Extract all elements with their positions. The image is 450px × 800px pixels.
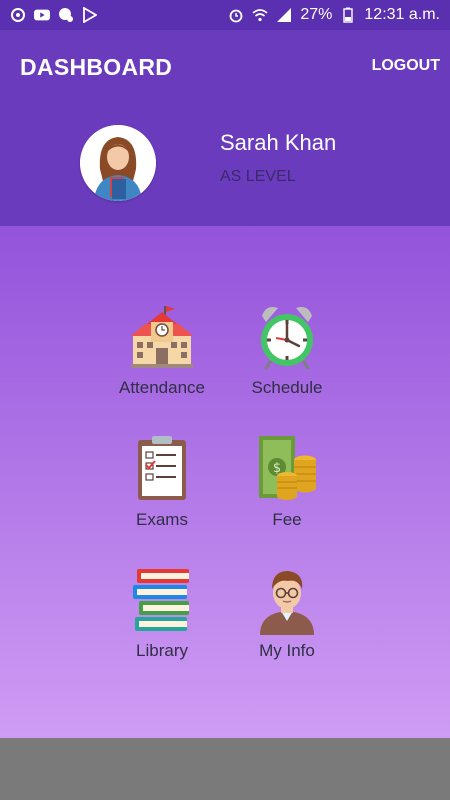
money-icon: $ bbox=[252, 434, 322, 504]
navigation-bar bbox=[0, 738, 450, 800]
dashboard-grid: Attendance Schedule Exams $ Fee Library … bbox=[0, 226, 450, 738]
menu-label: Fee bbox=[272, 510, 302, 529]
status-notification-icons bbox=[10, 7, 98, 23]
menu-fee[interactable]: $ Fee bbox=[222, 434, 352, 544]
logout-button[interactable]: LOGOUT bbox=[372, 57, 440, 75]
alarm-clock-icon bbox=[252, 302, 322, 372]
books-icon bbox=[127, 565, 197, 635]
clipboard-icon bbox=[127, 434, 197, 504]
chat-icon bbox=[58, 7, 74, 23]
wifi-icon bbox=[252, 7, 268, 23]
menu-my-info[interactable]: My Info bbox=[222, 565, 352, 675]
menu-exams[interactable]: Exams bbox=[97, 434, 227, 544]
play-store-icon bbox=[82, 7, 98, 23]
signal-icon bbox=[276, 7, 292, 23]
sync-icon bbox=[10, 7, 26, 23]
battery-icon bbox=[340, 7, 356, 23]
clock: 12:31 a.m. bbox=[364, 6, 440, 23]
battery-percent: 27% bbox=[300, 6, 333, 23]
menu-attendance[interactable]: Attendance bbox=[97, 302, 227, 412]
page-title: DASHBOARD bbox=[20, 54, 173, 80]
alarm-icon bbox=[228, 7, 244, 23]
youtube-icon bbox=[34, 7, 50, 23]
person-icon bbox=[252, 565, 322, 635]
user-name: Sarah Khan bbox=[220, 130, 337, 155]
user-level: AS LEVEL bbox=[220, 168, 296, 185]
menu-schedule[interactable]: Schedule bbox=[222, 302, 352, 412]
school-icon bbox=[127, 302, 197, 372]
header: DASHBOARD LOGOUT Sarah Khan AS LEVEL bbox=[0, 30, 450, 226]
menu-label: My Info bbox=[259, 641, 315, 660]
menu-label: Attendance bbox=[118, 378, 205, 397]
menu-label: Schedule bbox=[251, 378, 323, 397]
status-system-icons: 27% 12:31 a.m. bbox=[228, 6, 440, 24]
menu-library[interactable]: Library bbox=[97, 565, 227, 675]
menu-label: Library bbox=[136, 641, 188, 660]
menu-label: Exams bbox=[136, 510, 188, 529]
avatar[interactable] bbox=[80, 125, 156, 201]
status-bar: 27% 12:31 a.m. bbox=[0, 0, 450, 30]
